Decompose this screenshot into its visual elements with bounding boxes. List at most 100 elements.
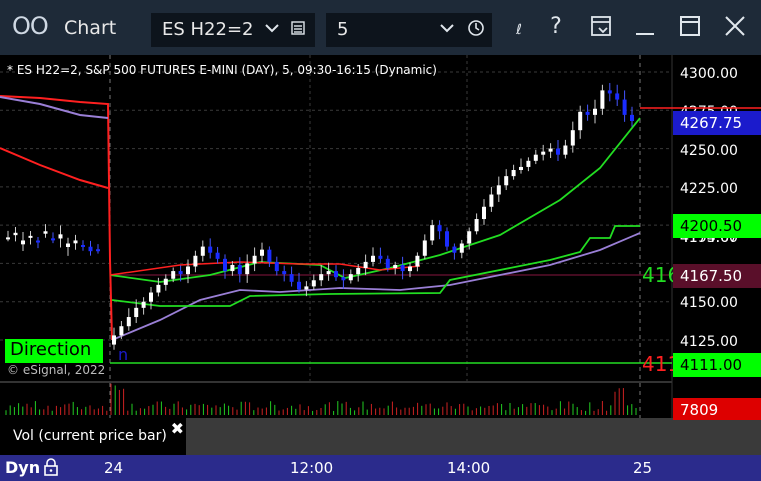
time-label: 14:00 — [447, 459, 491, 477]
candle-body — [489, 194, 494, 207]
direction-label: Direction — [10, 339, 92, 360]
candle-body — [73, 240, 78, 244]
candle-body — [585, 111, 590, 115]
time-label: 25 — [633, 459, 653, 477]
candle-body — [297, 281, 301, 290]
candle-body — [260, 249, 264, 256]
maroon-text: 4167.50 — [680, 267, 742, 285]
candle-body — [563, 145, 568, 155]
candle-body — [482, 206, 486, 220]
candle-body — [319, 274, 324, 281]
lock-icon[interactable] — [42, 457, 60, 481]
candle-body — [356, 268, 361, 275]
price-axis-label: 4250.00 — [680, 143, 738, 159]
candle-body — [622, 99, 627, 115]
candle-body — [533, 154, 538, 161]
candle-body — [267, 249, 272, 262]
candle-body — [149, 292, 153, 302]
candle-body — [112, 335, 116, 345]
candle-body — [51, 238, 55, 241]
candle-body — [496, 185, 501, 195]
candle-body — [141, 301, 146, 308]
candle-body — [289, 274, 294, 282]
partial-label: n — [118, 345, 128, 364]
candle-body — [474, 219, 479, 232]
candle-body — [28, 235, 33, 238]
lower-green-text: 4111.00 — [680, 356, 742, 374]
time-axis-bar: Dyn 24 12:00 14:00 25 — [0, 455, 761, 481]
candle-body — [408, 266, 412, 272]
volume-study-label: Vol (current price bar) — [13, 428, 167, 444]
candle-body — [6, 237, 10, 240]
candle-body — [519, 166, 523, 171]
candle-body — [607, 90, 612, 94]
dyn-label[interactable]: Dyn — [5, 458, 40, 477]
candle-body — [630, 114, 634, 122]
candle-body — [422, 240, 427, 256]
candle-body — [570, 130, 575, 146]
volume-text: 7809 — [680, 401, 718, 419]
candle-body — [548, 148, 553, 152]
candle-body — [363, 261, 368, 269]
candle-body — [326, 271, 331, 275]
candle-body — [445, 231, 449, 247]
candle-body — [208, 246, 213, 253]
candle-body — [430, 225, 435, 241]
candle-body — [615, 93, 620, 100]
time-label: 12:00 — [290, 459, 334, 477]
candle-body — [541, 151, 546, 155]
candle-body — [245, 263, 250, 275]
candle-body — [578, 111, 583, 131]
price-axis-label: 4300.00 — [680, 66, 738, 82]
candle-body — [178, 271, 183, 275]
candle-body — [371, 255, 375, 262]
candle-body — [511, 170, 516, 177]
candle-body — [119, 326, 124, 336]
candle-body — [452, 246, 457, 253]
candle-body — [274, 261, 279, 272]
copyright-text: © eSignal, 2022 — [7, 363, 105, 377]
legend-strip — [186, 418, 673, 455]
candle-body — [215, 252, 220, 259]
price-axis-label: 4225.00 — [680, 181, 738, 197]
candle-body — [193, 255, 198, 267]
candle-body — [126, 317, 131, 327]
candle-body — [334, 271, 338, 278]
upper-green-text: 4200.50 — [680, 217, 742, 235]
candle-body — [400, 264, 405, 272]
candle-body — [526, 160, 531, 167]
candle-body — [252, 255, 257, 264]
candle-body — [415, 255, 420, 267]
candle-body — [341, 277, 346, 281]
price-chart[interactable]: * ES H22=2, S&P 500 FUTURES E-MINI (DAY)… — [0, 0, 761, 481]
candle-body — [459, 243, 464, 253]
candle-body — [230, 264, 235, 272]
axis-strip — [673, 420, 761, 455]
price-axis-label: 4125.00 — [680, 334, 738, 350]
candle-body — [282, 271, 287, 275]
direction-indicator: Direction — [5, 339, 103, 363]
candle-body — [385, 258, 390, 269]
candle-body — [304, 286, 309, 290]
candle-body — [43, 231, 48, 234]
candle-body — [593, 108, 597, 115]
candle-body — [81, 245, 85, 248]
candle-body — [467, 231, 472, 244]
candle-body — [237, 264, 242, 275]
candle-body — [134, 307, 139, 318]
chart-window: OO Chart ES H22=2 5 ℓ ? * ES H22=2, S&P … — [0, 0, 761, 481]
candle-body — [163, 278, 168, 285]
candle-body — [88, 246, 93, 252]
candle-body — [171, 271, 176, 279]
candle-body — [504, 176, 509, 186]
candle-body — [58, 234, 63, 239]
time-label: 24 — [104, 459, 124, 477]
candle-body — [393, 264, 398, 269]
volume-study-legend[interactable]: Vol (current price bar) ✖ — [5, 418, 186, 453]
candle-body — [156, 284, 161, 293]
close-study-icon[interactable]: ✖ — [171, 419, 184, 438]
candle-body — [36, 240, 40, 243]
candle-body — [13, 232, 18, 236]
pane-divider — [0, 381, 672, 383]
candle-body — [348, 274, 353, 281]
